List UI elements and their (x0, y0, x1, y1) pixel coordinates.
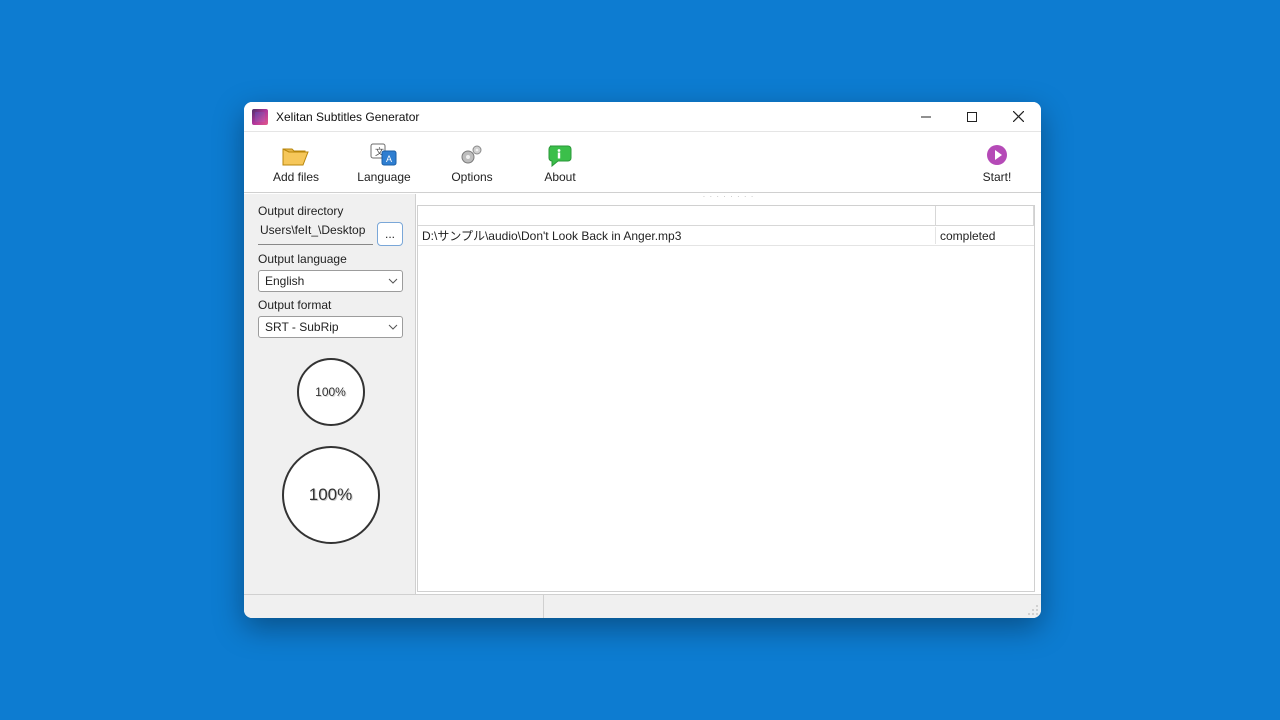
output-lang-select[interactable]: English (258, 270, 403, 292)
col-file[interactable] (418, 206, 936, 226)
output-fmt-select[interactable]: SRT - SubRip (258, 316, 403, 338)
folder-open-icon (281, 142, 311, 168)
close-icon (1013, 111, 1024, 122)
splitter[interactable]: · · · · · · · · (416, 194, 1041, 200)
col-status[interactable] (936, 206, 1034, 226)
progress-total: 100% (282, 446, 380, 544)
settings-panel: Output directory Users\feIt_\Desktop ...… (244, 194, 416, 594)
table-header[interactable] (418, 206, 1034, 226)
app-icon (252, 109, 268, 125)
statusbar (244, 594, 1041, 618)
titlebar[interactable]: Xelitan Subtitles Generator (244, 102, 1041, 132)
browse-button[interactable]: ... (377, 222, 403, 246)
options-label: Options (451, 170, 492, 184)
file-table[interactable]: D:\サンプル\audio\Don't Look Back in Anger.m… (417, 205, 1035, 592)
add-files-label: Add files (273, 170, 319, 184)
start-button[interactable]: Start! (961, 136, 1033, 191)
window-title: Xelitan Subtitles Generator (276, 110, 419, 124)
gear-icon (457, 142, 487, 168)
output-lang-value: English (265, 274, 388, 288)
toolbar: Add files 文 A Language (244, 132, 1041, 193)
maximize-icon (967, 112, 977, 122)
output-fmt-value: SRT - SubRip (265, 320, 388, 334)
status-cell-2 (544, 595, 1041, 618)
output-dir-input[interactable]: Users\feIt_\Desktop (258, 223, 373, 245)
chevron-down-icon (388, 278, 398, 284)
language-button[interactable]: 文 A Language (340, 136, 428, 191)
resize-grip-icon (1027, 604, 1039, 616)
about-label: About (544, 170, 575, 184)
app-window: Xelitan Subtitles Generator Add files (244, 102, 1041, 618)
start-label: Start! (983, 170, 1012, 184)
options-button[interactable]: Options (428, 136, 516, 191)
cell-status: completed (936, 229, 1034, 243)
resize-grip[interactable] (1027, 604, 1039, 616)
main-body: Output directory Users\feIt_\Desktop ...… (244, 193, 1041, 594)
minimize-button[interactable] (903, 102, 949, 132)
close-button[interactable] (995, 102, 1041, 132)
minimize-icon (921, 112, 931, 122)
output-lang-label: Output language (258, 252, 403, 266)
info-icon (545, 142, 575, 168)
translate-icon: 文 A (369, 142, 399, 168)
play-icon (982, 142, 1012, 168)
add-files-button[interactable]: Add files (252, 136, 340, 191)
maximize-button[interactable] (949, 102, 995, 132)
about-button[interactable]: About (516, 136, 604, 191)
cell-file: D:\サンプル\audio\Don't Look Back in Anger.m… (418, 227, 936, 244)
output-fmt-label: Output format (258, 298, 403, 312)
chevron-down-icon (388, 324, 398, 330)
status-cell-1 (244, 595, 544, 618)
svg-text:A: A (386, 154, 392, 164)
language-label: Language (357, 170, 410, 184)
progress-current: 100% (297, 358, 365, 426)
table-row[interactable]: D:\サンプル\audio\Don't Look Back in Anger.m… (418, 226, 1034, 246)
file-list-panel: · · · · · · · · D:\サンプル\audio\Don't Look… (416, 194, 1041, 594)
output-dir-label: Output directory (258, 204, 403, 218)
